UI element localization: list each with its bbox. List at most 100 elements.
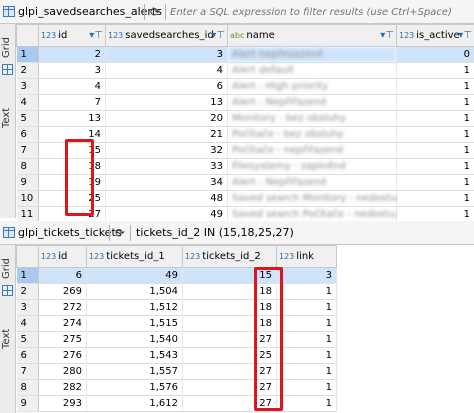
- cell-id[interactable]: 275: [38, 331, 87, 348]
- table-row[interactable]: 5 13 20 Monitory - bez obsluhy 1: [16, 110, 474, 127]
- cell-id[interactable]: 3: [38, 62, 106, 79]
- cell-tickets-id-1[interactable]: 1,504: [86, 283, 183, 300]
- cell-tickets-id-1[interactable]: 1,612: [86, 395, 183, 412]
- sort-filter-icon[interactable]: ▾⊤: [380, 30, 394, 41]
- table-row[interactable]: 4 274 1,515 18 1: [16, 315, 337, 332]
- cell-link[interactable]: 1: [276, 347, 337, 364]
- cell-link[interactable]: 1: [276, 379, 337, 396]
- column-header-link[interactable]: 123 link: [276, 245, 337, 268]
- cell-is-active[interactable]: 1: [396, 78, 474, 95]
- cell-name[interactable]: Filesystemy - zaplněné: [227, 158, 397, 175]
- cell-name[interactable]: Alert - High priority: [227, 78, 397, 95]
- cell-id[interactable]: 274: [38, 315, 87, 332]
- cell-is-active[interactable]: 1: [396, 126, 474, 143]
- cell-tickets-id-2[interactable]: 27: [182, 331, 277, 348]
- cell-tickets-id-2[interactable]: 27: [182, 379, 277, 396]
- grid-view-tab[interactable]: Grid: [1, 37, 12, 58]
- row-number[interactable]: 6: [16, 126, 39, 143]
- row-number[interactable]: 2: [16, 62, 39, 79]
- grid-view-tab[interactable]: Grid: [1, 258, 12, 279]
- sort-filter-icon[interactable]: ▾⊤: [458, 30, 472, 41]
- cell-id[interactable]: 293: [38, 395, 87, 412]
- cell-tickets-id-2[interactable]: 18: [182, 283, 277, 300]
- cell-name[interactable]: Alert - Nepřiřazené: [227, 94, 397, 111]
- cell-id[interactable]: 272: [38, 299, 87, 316]
- cell-is-active[interactable]: 1: [396, 62, 474, 79]
- cell-id[interactable]: 4: [38, 78, 106, 95]
- cell-name[interactable]: Alert default: [227, 62, 397, 79]
- results-grid[interactable]: 123 id ▾⊤ 123 savedsearches_id ▾⊤ abc name ▾⊤ …: [16, 24, 474, 223]
- row-number[interactable]: 4: [16, 315, 39, 332]
- cell-id[interactable]: 2: [38, 46, 106, 63]
- refresh-icon[interactable]: ⟳: [113, 226, 127, 240]
- cell-id[interactable]: 15: [38, 142, 106, 159]
- row-number[interactable]: 7: [16, 142, 39, 159]
- cell-tickets-id-2[interactable]: 18: [182, 299, 277, 316]
- cell-savedsearches-id[interactable]: 33: [105, 158, 228, 175]
- results-grid[interactable]: 123 id 123 tickets_id_1 123 tickets_id_2 12…: [16, 245, 337, 412]
- cell-link[interactable]: 1: [276, 395, 337, 412]
- table-row[interactable]: 1 2 3 Alert nepřesazené 0: [16, 46, 474, 63]
- cell-name[interactable]: Monitory - bez obsluhy: [227, 110, 397, 127]
- cell-tickets-id-2[interactable]: 25: [182, 347, 277, 364]
- row-number[interactable]: 1: [16, 267, 39, 284]
- cell-savedsearches-id[interactable]: 13: [105, 94, 228, 111]
- row-number[interactable]: 10: [16, 190, 39, 207]
- row-number[interactable]: 1: [16, 46, 39, 63]
- table-row[interactable]: 6 276 1,543 25 1: [16, 347, 337, 364]
- cell-id[interactable]: 14: [38, 126, 106, 143]
- cell-is-active[interactable]: 1: [396, 190, 474, 207]
- filter-input[interactable]: [170, 4, 470, 20]
- table-row[interactable]: 8 18 33 Filesystemy - zaplněné 1: [16, 158, 474, 175]
- cell-id[interactable]: 6: [38, 267, 87, 284]
- filter-input[interactable]: tickets_id_2 IN (15,18,25,27): [136, 226, 294, 242]
- cell-savedsearches-id[interactable]: 32: [105, 142, 228, 159]
- cell-id[interactable]: 7: [38, 94, 106, 111]
- cell-link[interactable]: 3: [276, 267, 337, 284]
- column-header-id[interactable]: 123 id: [38, 245, 87, 268]
- column-header-id[interactable]: 123 id ▾⊤: [38, 24, 106, 47]
- cell-tickets-id-1[interactable]: 1,557: [86, 363, 183, 380]
- row-number[interactable]: 6: [16, 347, 39, 364]
- row-number[interactable]: 9: [16, 174, 39, 191]
- cell-savedsearches-id[interactable]: 21: [105, 126, 228, 143]
- grid-icon[interactable]: [2, 64, 13, 75]
- grid-icon[interactable]: [2, 285, 13, 296]
- cell-id[interactable]: 280: [38, 363, 87, 380]
- row-number[interactable]: 3: [16, 299, 39, 316]
- table-row[interactable]: 2 3 4 Alert default 1: [16, 62, 474, 79]
- row-number[interactable]: 9: [16, 395, 39, 412]
- cell-link[interactable]: 1: [276, 299, 337, 316]
- cell-tickets-id-1[interactable]: 1,540: [86, 331, 183, 348]
- row-number[interactable]: 3: [16, 78, 39, 95]
- cell-is-active[interactable]: 1: [396, 174, 474, 191]
- table-row[interactable]: 7 15 32 Počítače - nepřiřazené 1: [16, 142, 474, 159]
- cell-is-active[interactable]: 1: [396, 110, 474, 127]
- corner-cell[interactable]: [16, 24, 39, 47]
- sort-filter-icon[interactable]: ▾⊤: [211, 30, 225, 41]
- cell-is-active[interactable]: 1: [396, 158, 474, 175]
- cell-id[interactable]: 276: [38, 347, 87, 364]
- text-view-tab[interactable]: Text: [1, 108, 12, 128]
- table-row[interactable]: 6 14 21 Počítače - bez obsluhy 1: [16, 126, 474, 143]
- cell-savedsearches-id[interactable]: 6: [105, 78, 228, 95]
- cell-is-active[interactable]: 0: [396, 46, 474, 63]
- table-row[interactable]: 1 6 49 15 3: [16, 267, 337, 284]
- text-view-tab[interactable]: Text: [1, 329, 12, 349]
- cell-id[interactable]: 282: [38, 379, 87, 396]
- cell-savedsearches-id[interactable]: 4: [105, 62, 228, 79]
- table-row[interactable]: 2 269 1,504 18 1: [16, 283, 337, 300]
- row-number[interactable]: 7: [16, 363, 39, 380]
- cell-tickets-id-2[interactable]: 15: [182, 267, 277, 284]
- column-header-name[interactable]: abc name ▾⊤: [227, 24, 397, 47]
- cell-id[interactable]: 13: [38, 110, 106, 127]
- cell-link[interactable]: 1: [276, 283, 337, 300]
- cell-link[interactable]: 1: [276, 331, 337, 348]
- cell-id[interactable]: 19: [38, 174, 106, 191]
- table-name[interactable]: glpi_tickets_tickets: [18, 226, 122, 239]
- cell-link[interactable]: 1: [276, 315, 337, 332]
- row-number[interactable]: 2: [16, 283, 39, 300]
- cell-name[interactable]: Počítače - nepřiřazené: [227, 142, 397, 159]
- row-number[interactable]: 8: [16, 379, 39, 396]
- cell-name[interactable]: Saved search Monitory - nedostupné: [227, 190, 397, 207]
